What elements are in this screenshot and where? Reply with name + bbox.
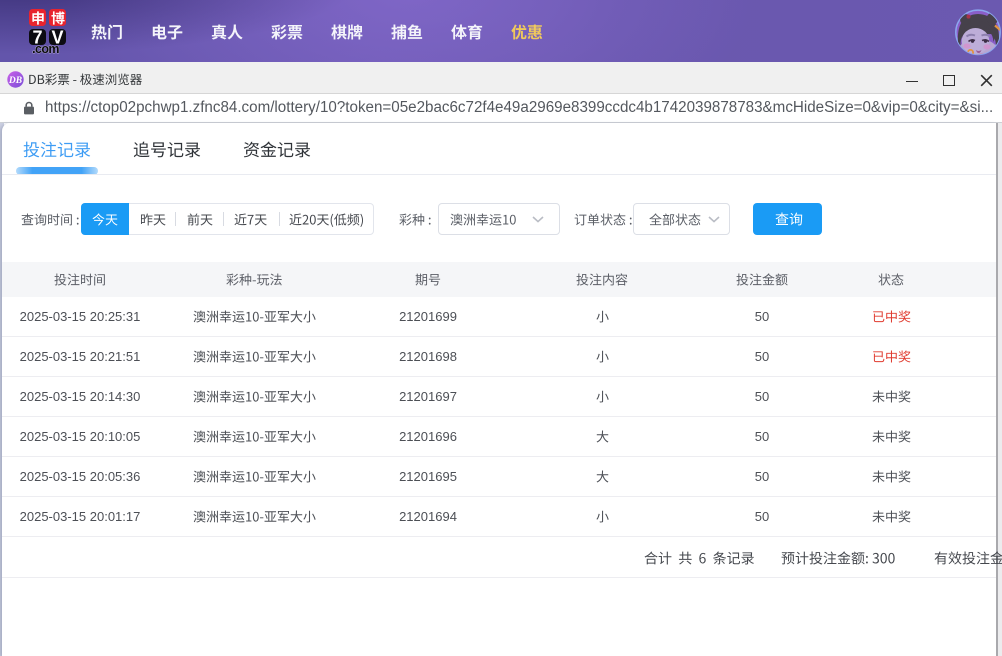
svg-text:DB: DB — [8, 76, 22, 86]
svg-text:.com: .com — [32, 42, 59, 56]
